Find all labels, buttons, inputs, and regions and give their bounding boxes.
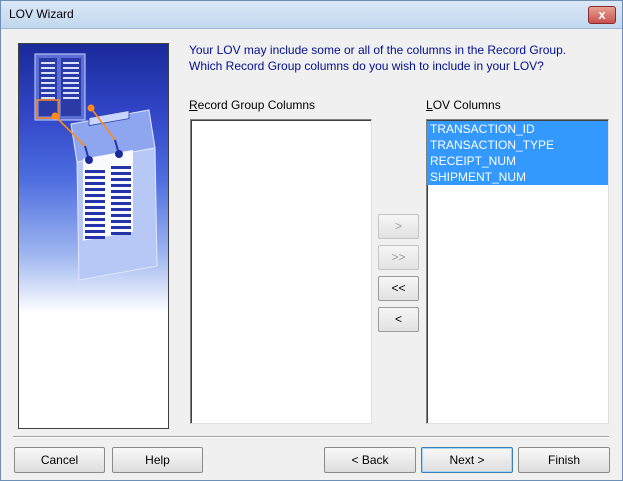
- title-bar[interactable]: LOV Wizard x: [1, 1, 622, 29]
- record-group-label-text: ecord Group Columns: [197, 98, 316, 112]
- record-group-columns-label: Record Group Columns: [189, 98, 315, 112]
- finish-button[interactable]: Finish: [518, 447, 610, 473]
- remove-all-button[interactable]: <<: [378, 276, 419, 301]
- back-button[interactable]: < Back: [324, 447, 416, 473]
- close-icon: x: [598, 7, 606, 22]
- lov-columns-list[interactable]: TRANSACTION_ID TRANSACTION_TYPE RECEIPT_…: [426, 119, 609, 424]
- lov-label-mnemonic: L: [426, 98, 433, 112]
- record-group-illustration-icon: [34, 53, 158, 281]
- list-item[interactable]: TRANSACTION_TYPE: [427, 137, 608, 153]
- lov-wizard-window: LOV Wizard x Your LOV may include some o…: [0, 0, 623, 481]
- lov-label-text: OV Columns: [432, 98, 501, 112]
- move-one-button[interactable]: >: [378, 214, 419, 239]
- next-button[interactable]: Next >: [421, 447, 513, 473]
- list-item[interactable]: RECEIPT_NUM: [427, 153, 608, 169]
- question-line-1: Your LOV may include some or all of the …: [189, 43, 567, 57]
- record-group-columns-list[interactable]: [190, 119, 372, 424]
- close-button[interactable]: x: [588, 6, 616, 24]
- remove-one-button[interactable]: <: [378, 307, 419, 332]
- wizard-illustration: [18, 43, 169, 429]
- list-item[interactable]: SHIPMENT_NUM: [427, 169, 608, 185]
- move-all-button[interactable]: >>: [378, 245, 419, 270]
- window-title: LOV Wizard: [9, 7, 74, 21]
- lov-columns-label: LOV Columns: [426, 98, 501, 112]
- question-line-2: Which Record Group columns do you wish t…: [189, 59, 544, 73]
- wizard-body: Your LOV may include some or all of the …: [1, 30, 622, 480]
- cancel-button[interactable]: Cancel: [14, 447, 105, 473]
- wizard-question: Your LOV may include some or all of the …: [189, 42, 609, 74]
- list-item[interactable]: TRANSACTION_ID: [427, 121, 608, 137]
- button-separator: [13, 436, 609, 438]
- record-group-label-mnemonic: R: [189, 98, 198, 112]
- help-button[interactable]: Help: [112, 447, 203, 473]
